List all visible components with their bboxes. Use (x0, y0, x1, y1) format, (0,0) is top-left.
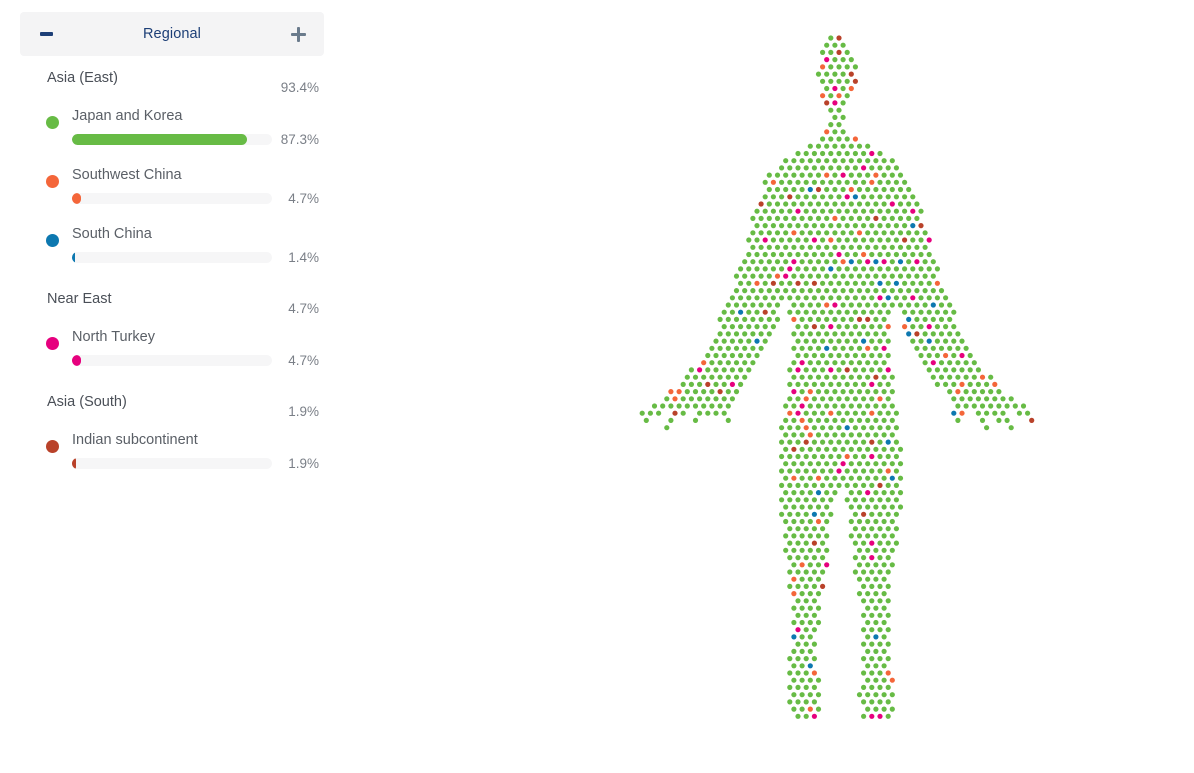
region-percent: 1.4% (288, 250, 319, 265)
region-row[interactable]: Japan and Korea 87.3% (0, 108, 345, 167)
region-name: Southwest China (72, 167, 182, 183)
group-name: Near East (47, 291, 112, 307)
region-color-dot (46, 440, 59, 453)
region-name: North Turkey (72, 329, 155, 345)
region-name: Indian subcontinent (72, 432, 198, 448)
group-header[interactable]: Asia (East) 93.4% (0, 64, 345, 108)
region-row[interactable]: North Turkey 4.7% (0, 329, 345, 388)
region-row[interactable]: Indian subcontinent 1.9% (0, 432, 345, 491)
region-name: Japan and Korea (72, 108, 183, 124)
region-percent: 4.7% (288, 353, 319, 368)
region-percent: 1.9% (288, 456, 319, 471)
human-body-dot-silhouette (639, 35, 1035, 719)
group-name: Asia (East) (47, 70, 118, 86)
region-progress-fill (72, 252, 75, 263)
minus-icon[interactable] (34, 22, 58, 46)
region-row[interactable]: South China 1.4% (0, 226, 345, 285)
group-percent: 93.4% (280, 80, 319, 95)
regional-panel-header[interactable]: Regional (20, 12, 324, 56)
region-percent: 4.7% (288, 191, 319, 206)
regional-sidebar: Regional Asia (East) 93.4% Japan and Korea… (0, 0, 345, 773)
region-color-dot (46, 337, 59, 350)
region-name: South China (72, 226, 152, 242)
region-color-dot (46, 175, 59, 188)
group-name: Asia (South) (47, 394, 127, 410)
region-progress-fill (72, 134, 247, 145)
region-progress-fill (72, 355, 82, 366)
region-row[interactable]: Southwest China 4.7% (0, 167, 345, 226)
region-group: Near East 4.7% North Turkey 4.7% (0, 285, 345, 388)
region-progress-fill (72, 193, 82, 204)
plus-icon[interactable] (286, 22, 310, 46)
region-percent: 87.3% (280, 132, 319, 147)
region-progress-fill (72, 458, 76, 469)
region-list: Asia (East) 93.4% Japan and Korea 87.3% Sout… (0, 64, 345, 491)
body-figure-container (610, 18, 1070, 758)
group-percent: 4.7% (288, 301, 319, 316)
group-percent: 1.9% (288, 404, 319, 419)
region-color-dot (46, 234, 59, 247)
group-header[interactable]: Asia (South) 1.9% (0, 388, 345, 432)
ancestry-composition-page: Regional Asia (East) 93.4% Japan and Korea… (0, 0, 1194, 773)
region-color-dot (46, 116, 59, 129)
region-group: Asia (South) 1.9% Indian subcontinent 1.9% (0, 388, 345, 491)
group-header[interactable]: Near East 4.7% (0, 285, 345, 329)
panel-title: Regional (142, 26, 202, 42)
region-group: Asia (East) 93.4% Japan and Korea 87.3% Sout… (0, 64, 345, 285)
